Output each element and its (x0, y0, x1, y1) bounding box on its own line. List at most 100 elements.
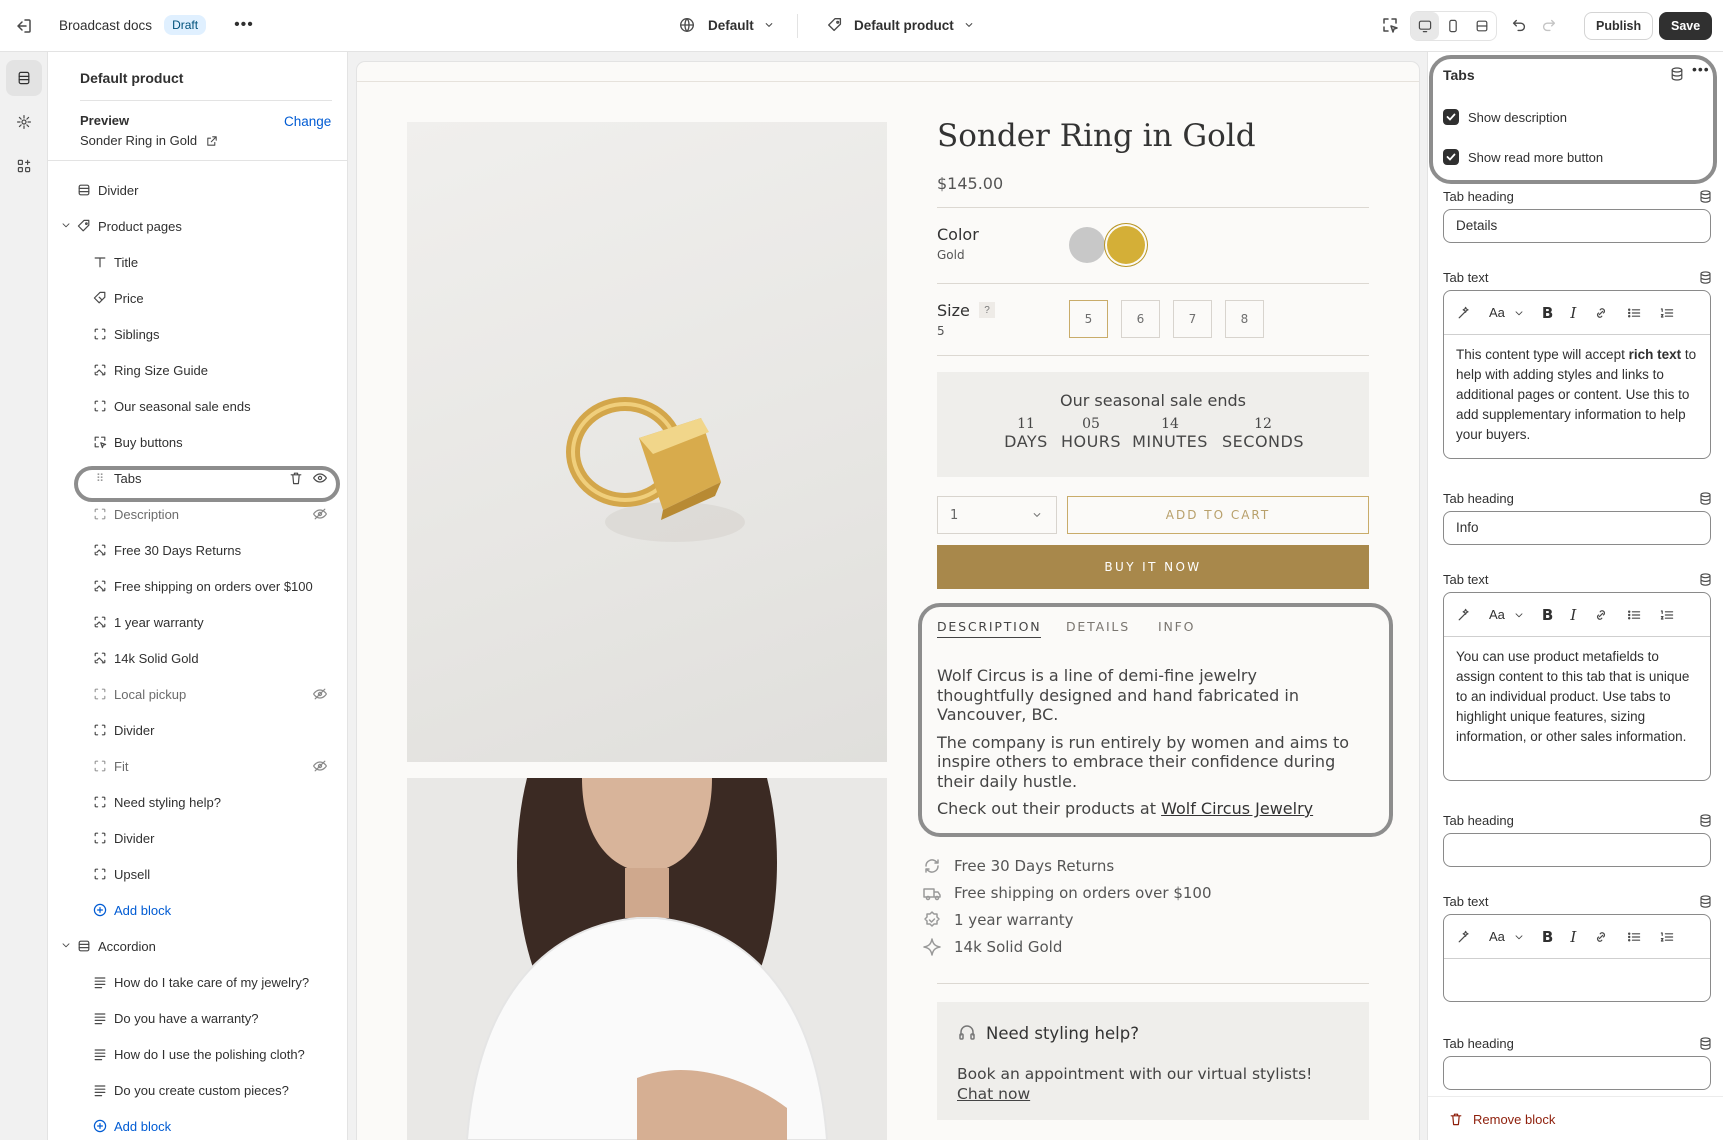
fullscreen-icon[interactable] (1468, 12, 1496, 40)
tree-section[interactable]: Product pages (62, 210, 332, 242)
add-block-button[interactable]: Add block (92, 1110, 332, 1140)
more-actions-icon[interactable]: ••• (234, 16, 254, 34)
size-option[interactable]: 8 (1225, 300, 1264, 338)
tree-block[interactable]: Free shipping on orders over $100 (92, 570, 332, 602)
swatch-gold[interactable] (1107, 226, 1145, 264)
tree-section[interactable]: Divider (76, 174, 332, 206)
size-option[interactable]: 6 (1121, 300, 1160, 338)
tree-block[interactable]: 1 year warranty (92, 606, 332, 638)
tree-block[interactable]: Upsell (92, 858, 332, 890)
italic-icon[interactable]: I (1570, 304, 1576, 322)
tab-text-editor[interactable]: Aa B I This content type will accept rich … (1443, 290, 1711, 459)
tree-block[interactable]: Siblings (92, 318, 332, 350)
numbered-list-icon[interactable] (1659, 607, 1675, 623)
ai-sparkle-icon[interactable] (1456, 305, 1472, 321)
save-button[interactable]: Save (1659, 12, 1713, 40)
tree-block[interactable]: Description (92, 498, 332, 530)
eye-hidden-icon[interactable] (312, 758, 328, 774)
tab-text-content[interactable]: This content type will accept rich text … (1444, 335, 1710, 455)
dynamic-source-icon[interactable] (1698, 894, 1713, 909)
tree-block[interactable]: Local pickup (92, 678, 332, 710)
change-preview-link[interactable]: Change (284, 114, 331, 129)
tab-text-editor[interactable]: Aa B I (1443, 914, 1711, 1002)
tree-block[interactable]: Divider (92, 822, 332, 854)
theme-select[interactable]: Default (678, 16, 776, 34)
more-actions-icon[interactable]: ••• (1692, 61, 1710, 77)
desktop-icon[interactable] (1411, 12, 1440, 40)
numbered-list-icon[interactable] (1659, 929, 1675, 945)
product-image-ring[interactable] (407, 122, 887, 762)
quantity-select[interactable]: 1 (937, 496, 1057, 534)
tree-block[interactable]: Ring Size Guide (92, 354, 332, 386)
tree-block[interactable]: How do I use the polishing cloth? (92, 1038, 332, 1070)
size-help-icon[interactable]: ? (979, 302, 995, 318)
tab-heading-input[interactable] (1443, 1056, 1711, 1090)
numbered-list-icon[interactable] (1659, 305, 1675, 321)
sections-icon[interactable] (6, 60, 42, 96)
ai-sparkle-icon[interactable] (1456, 607, 1472, 623)
tab-text-editor[interactable]: Aa B I You can use product metafields to a… (1443, 592, 1711, 781)
chat-now-link[interactable]: Chat now (957, 1085, 1030, 1103)
tree-block[interactable]: Our seasonal sale ends (92, 390, 332, 422)
tree-block[interactable]: Price (92, 282, 332, 314)
tab-heading-input[interactable]: Details (1443, 209, 1711, 243)
tree-block[interactable]: Divider (92, 714, 332, 746)
tab-heading-input[interactable]: Info (1443, 511, 1711, 545)
add-to-cart-button[interactable]: ADD TO CART (1067, 496, 1369, 534)
exit-icon[interactable] (14, 16, 34, 36)
bold-icon[interactable]: B (1542, 928, 1553, 946)
dynamic-source-icon[interactable] (1698, 813, 1713, 828)
dynamic-source-icon[interactable] (1698, 270, 1713, 285)
show-read-more-checkbox[interactable]: Show read more button (1443, 149, 1603, 165)
tree-block[interactable]: Fit (92, 750, 332, 782)
undo-icon[interactable] (1510, 16, 1528, 34)
buy-now-button[interactable]: BUY IT NOW (937, 545, 1369, 589)
dynamic-source-icon[interactable] (1698, 491, 1713, 506)
text-style-icon[interactable]: Aa (1489, 929, 1525, 944)
show-description-checkbox[interactable]: Show description (1443, 109, 1567, 125)
text-style-icon[interactable]: Aa (1489, 305, 1525, 320)
preview-product[interactable]: Sonder Ring in Gold (80, 133, 219, 148)
tree-block[interactable]: How do I take care of my jewelry? (92, 966, 332, 998)
bullet-list-icon[interactable] (1626, 929, 1642, 945)
add-block-button[interactable]: Add block (92, 894, 332, 926)
eye-hidden-icon[interactable] (312, 686, 328, 702)
link-icon[interactable] (1593, 929, 1609, 945)
wolf-circus-link[interactable]: Wolf Circus Jewelry (1161, 799, 1313, 818)
trash-icon[interactable] (288, 470, 304, 486)
database-icon[interactable] (1669, 66, 1685, 82)
tab-text-content[interactable] (1444, 959, 1710, 979)
tree-section[interactable]: Accordion (62, 930, 332, 962)
eye-hidden-icon[interactable] (312, 506, 328, 522)
remove-block-button[interactable]: Remove block (1448, 1111, 1555, 1127)
link-icon[interactable] (1593, 607, 1609, 623)
ai-sparkle-icon[interactable] (1456, 929, 1472, 945)
tab-text-content[interactable]: You can use product metafields to assign… (1444, 637, 1710, 757)
tab-info[interactable]: INFO (1158, 619, 1195, 634)
inspector-icon[interactable] (1380, 15, 1400, 35)
dynamic-source-icon[interactable] (1698, 189, 1713, 204)
product-image-model[interactable] (407, 778, 887, 1140)
tab-details[interactable]: DETAILS (1066, 619, 1130, 634)
tree-block[interactable]: ⠿ Tabs (92, 462, 332, 494)
tree-block[interactable]: Title (92, 246, 332, 278)
tab-description[interactable]: DESCRIPTION (937, 619, 1042, 638)
bullet-list-icon[interactable] (1626, 305, 1642, 321)
redo-icon[interactable] (1540, 16, 1558, 34)
swatch-silver[interactable] (1069, 227, 1105, 263)
tab-heading-input[interactable] (1443, 833, 1711, 867)
text-style-icon[interactable]: Aa (1489, 607, 1525, 622)
tree-block[interactable]: Need styling help? (92, 786, 332, 818)
italic-icon[interactable]: I (1570, 606, 1576, 624)
link-icon[interactable] (1593, 305, 1609, 321)
chevron-down-icon[interactable] (60, 939, 72, 951)
mobile-icon[interactable] (1439, 12, 1467, 40)
gear-icon[interactable] (6, 104, 42, 140)
tree-block[interactable]: Do you have a warranty? (92, 1002, 332, 1034)
tree-block[interactable]: 14k Solid Gold (92, 642, 332, 674)
eye-icon[interactable] (312, 470, 328, 486)
template-select[interactable]: Default product (826, 16, 976, 34)
dynamic-source-icon[interactable] (1698, 1036, 1713, 1051)
tree-block[interactable]: Do you create custom pieces? (92, 1074, 332, 1106)
bullet-list-icon[interactable] (1626, 607, 1642, 623)
